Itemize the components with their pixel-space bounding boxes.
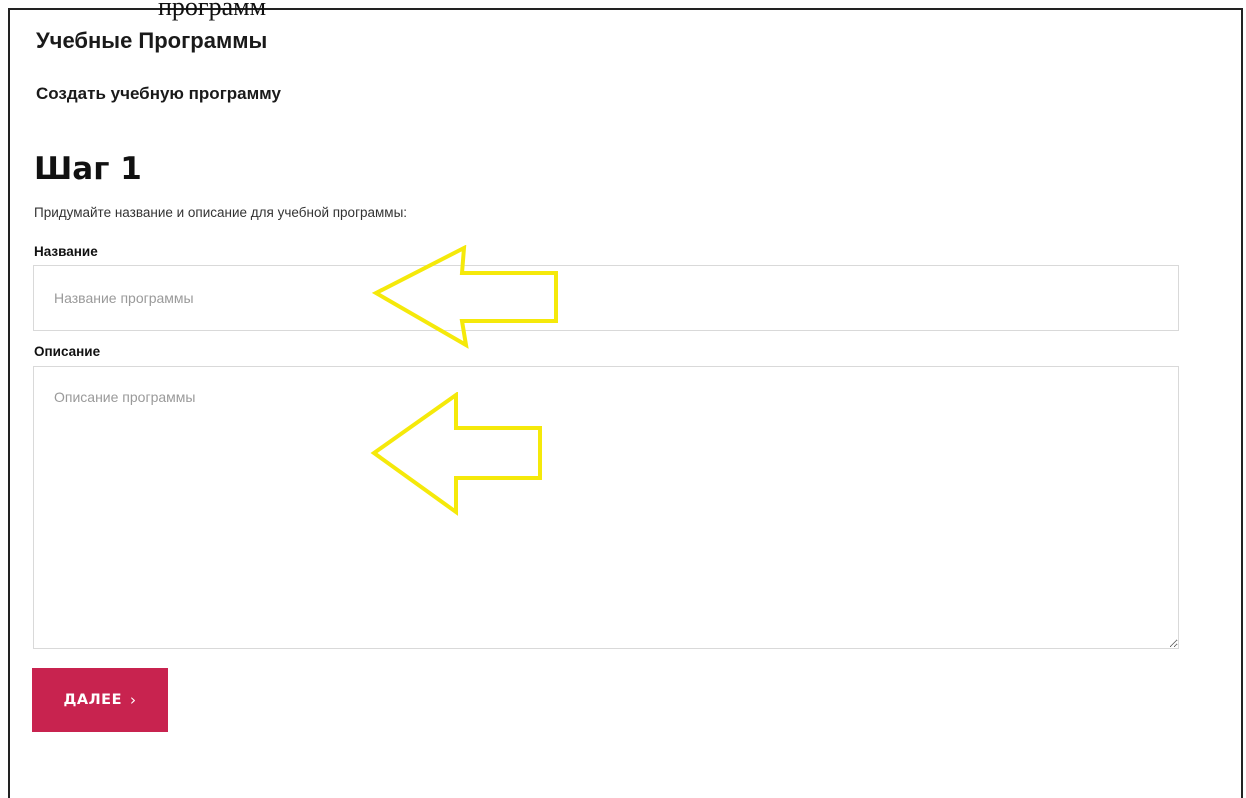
next-button-label: ДАЛЕЕ: [63, 692, 122, 708]
description-label: Описание: [34, 344, 101, 359]
caption-fragment: программ: [158, 0, 267, 21]
next-button[interactable]: ДАЛЕЕ ›: [32, 668, 168, 732]
page-subtitle: Создать учебную программу: [36, 84, 281, 103]
step-heading: Шаг 1: [34, 151, 142, 187]
chevron-right-icon: ›: [130, 691, 137, 709]
name-label: Название: [34, 244, 98, 259]
form-instruction: Придумайте название и описание для учебн…: [34, 205, 408, 220]
app-title: Учебные Программы: [36, 28, 268, 53]
program-name-input[interactable]: [33, 265, 1179, 331]
program-description-textarea[interactable]: [33, 366, 1179, 649]
